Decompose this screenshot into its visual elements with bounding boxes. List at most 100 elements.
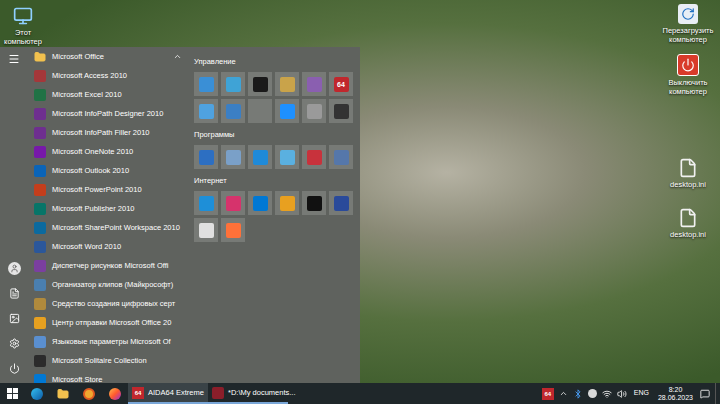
app-item[interactable]: Организатор клипов (Майкрософт)	[28, 275, 188, 294]
windows-icon	[7, 388, 18, 399]
tray-badge[interactable]: 64	[542, 388, 554, 400]
app-item[interactable]: Microsoft InfoPath Filler 2010	[28, 123, 188, 142]
tile-icon	[280, 104, 295, 119]
documents-button[interactable]	[0, 281, 28, 306]
pinned-app[interactable]	[102, 383, 128, 404]
pinned-app[interactable]	[24, 383, 50, 404]
tile[interactable]	[302, 99, 326, 123]
tile[interactable]	[194, 72, 218, 96]
pinned-app[interactable]	[50, 383, 76, 404]
app-item[interactable]: Microsoft Solitaire Collection	[28, 351, 188, 370]
tile[interactable]	[248, 72, 272, 96]
app-icon	[34, 184, 46, 196]
app-label: Microsoft Solitaire Collection	[52, 355, 147, 366]
settings-button[interactable]	[0, 331, 28, 356]
tile[interactable]: 64	[329, 72, 353, 96]
tile-group-title: Интернет	[194, 174, 354, 188]
hidden-icons-icon[interactable]	[559, 389, 568, 398]
app-item[interactable]: Microsoft Access 2010	[28, 66, 188, 85]
desktop-icon[interactable]: desktop.ini	[658, 208, 718, 239]
account-button[interactable]	[0, 256, 28, 281]
app-list: Microsoft OfficeMicrosoft Access 2010Mic…	[28, 47, 188, 383]
tile[interactable]	[275, 99, 299, 123]
app-group[interactable]: Microsoft Office	[28, 47, 188, 66]
taskbar-window[interactable]: *D:\My documents...	[208, 383, 288, 404]
tile[interactable]	[275, 72, 299, 96]
app-item[interactable]: Microsoft InfoPath Designer 2010	[28, 104, 188, 123]
power-button[interactable]	[0, 356, 28, 381]
pinned-app[interactable]	[76, 383, 102, 404]
tile[interactable]	[329, 99, 353, 123]
app-item[interactable]: Microsoft Store	[28, 370, 188, 383]
show-desktop-button[interactable]	[715, 383, 720, 404]
tile[interactable]	[221, 99, 245, 123]
tile[interactable]	[221, 191, 245, 215]
pictures-button[interactable]	[0, 306, 28, 331]
app-label: Microsoft SharePoint Workspace 2010	[52, 222, 180, 233]
tile[interactable]	[194, 99, 218, 123]
desktop: Этот компьютер Перезагрузить компьютер Вык…	[0, 0, 720, 383]
collapse-icon	[173, 52, 182, 61]
tile-icon	[280, 150, 295, 165]
tile[interactable]	[194, 218, 218, 242]
start-menu: Microsoft OfficeMicrosoft Access 2010Mic…	[0, 47, 360, 383]
bluetooth-icon[interactable]	[573, 389, 583, 399]
app-item[interactable]: Центр отправки Microsoft Office 20	[28, 313, 188, 332]
language-indicator[interactable]: ENG	[632, 388, 651, 399]
explorer-icon	[57, 388, 69, 400]
clock-date: 28.06.2023	[658, 394, 693, 402]
tile-icon	[199, 223, 214, 238]
app-item[interactable]: Microsoft Publisher 2010	[28, 199, 188, 218]
app-item[interactable]: Microsoft OneNote 2010	[28, 142, 188, 161]
volume-icon[interactable]	[617, 389, 627, 399]
app-item[interactable]: Microsoft Word 2010	[28, 237, 188, 256]
tile-icon	[226, 196, 241, 211]
tile-grid: 64	[194, 72, 354, 123]
tile[interactable]	[221, 218, 245, 242]
desktop-icon-label: desktop.ini	[670, 230, 706, 239]
tile[interactable]	[302, 145, 326, 169]
tile-icon	[226, 150, 241, 165]
restart-icon	[678, 4, 698, 24]
app-item[interactable]: Языковые параметры Microsoft Of	[28, 332, 188, 351]
tile-group: Управление64	[194, 55, 354, 123]
app-item[interactable]: Microsoft Outlook 2010	[28, 161, 188, 180]
tile[interactable]	[221, 145, 245, 169]
tile[interactable]	[248, 99, 272, 123]
clock[interactable]: 8:2028.06.2023	[656, 386, 695, 402]
tile-icon	[253, 196, 268, 211]
desktop-icon[interactable]: desktop.ini	[658, 158, 718, 189]
app-icon	[34, 70, 46, 82]
taskbar-window[interactable]: 64AIDA64 Extreme	[128, 383, 208, 404]
desktop-icon[interactable]: Перезагрузить компьютер	[657, 4, 719, 44]
app-item[interactable]: Microsoft SharePoint Workspace 2010	[28, 218, 188, 237]
start-button[interactable]	[0, 383, 24, 404]
tile[interactable]	[275, 145, 299, 169]
tile[interactable]	[302, 72, 326, 96]
app-icon	[34, 355, 46, 367]
tile[interactable]	[248, 145, 272, 169]
tile[interactable]	[329, 145, 353, 169]
tile[interactable]	[275, 191, 299, 215]
app-label: Microsoft PowerPoint 2010	[52, 184, 142, 195]
tile[interactable]	[302, 191, 326, 215]
tile[interactable]	[329, 191, 353, 215]
tile-icon: 64	[334, 77, 349, 92]
menu-button[interactable]	[0, 47, 28, 71]
notifications-icon[interactable]	[700, 389, 710, 399]
tile-icon	[307, 196, 322, 211]
system-tray: 64 ENG 8:2028.06.2023	[542, 383, 720, 404]
app-item[interactable]: Microsoft PowerPoint 2010	[28, 180, 188, 199]
app-item[interactable]: Средство создания цифровых серт	[28, 294, 188, 313]
tile[interactable]	[194, 191, 218, 215]
tile[interactable]	[194, 145, 218, 169]
network-icon[interactable]	[602, 389, 612, 399]
tile[interactable]	[221, 72, 245, 96]
desktop-icon[interactable]: Выключить компьютер	[657, 54, 719, 96]
app-item[interactable]: Microsoft Excel 2010	[28, 85, 188, 104]
tile[interactable]	[248, 191, 272, 215]
app-tray-icon[interactable]	[588, 389, 597, 398]
desktop-icon[interactable]: Этот компьютер	[0, 6, 46, 46]
tile-icon	[226, 104, 241, 119]
app-item[interactable]: Диспетчер рисунков Microsoft Offi	[28, 256, 188, 275]
